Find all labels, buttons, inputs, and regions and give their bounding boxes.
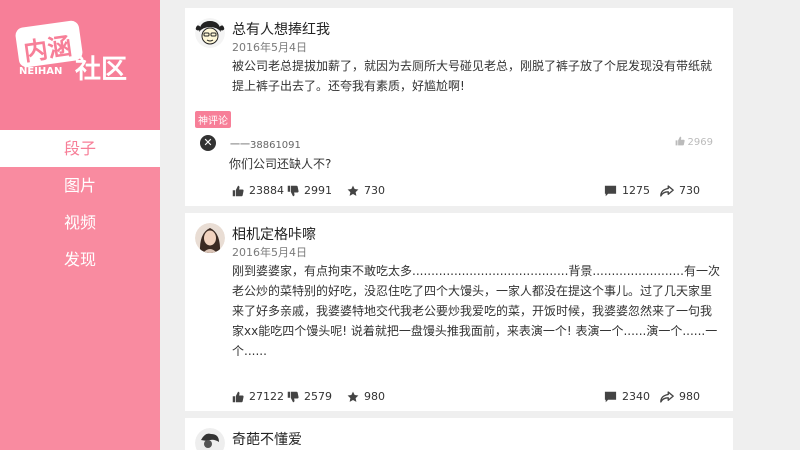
comment-button[interactable]: 2340 (604, 390, 650, 403)
thumbs-up-icon (232, 185, 244, 196)
post-card[interactable]: 奇葩不懂爱 (185, 418, 733, 450)
user-photo-icon (195, 223, 225, 253)
nav-item-images[interactable]: 图片 (0, 167, 160, 204)
logo-graphic: 内涵 NEIHAN 社区 (15, 20, 127, 85)
like-button[interactable]: 23884 (232, 184, 284, 197)
logo-text-sub: NEIHAN (19, 66, 62, 77)
favorite-button[interactable]: 980 (347, 390, 385, 403)
main-nav: 段子 图片 视频 发现 (0, 130, 160, 278)
nav-item-discover[interactable]: 发现 (0, 241, 160, 278)
thumbs-down-icon (287, 391, 299, 402)
nav-item-jokes[interactable]: 段子 (0, 130, 160, 167)
like-count: 27122 (249, 390, 284, 403)
app-logo: 内涵 NEIHAN 社区 (0, 0, 160, 130)
post-username[interactable]: 相机定格咔嚓 (232, 224, 316, 244)
logo-text-community: 社区 (75, 54, 127, 85)
share-button[interactable]: 730 (660, 184, 700, 197)
sidebar: 内涵 NEIHAN 社区 段子 图片 视频 发现 (0, 0, 160, 450)
dislike-count: 2991 (304, 184, 332, 197)
hot-comment-badge: 神评论 (195, 111, 231, 128)
dislike-button[interactable]: 2991 (287, 184, 332, 197)
comment-like-count[interactable]: 2969 (675, 136, 713, 148)
post-username[interactable]: 总有人想捧红我 (232, 19, 330, 39)
favorite-count: 730 (364, 184, 385, 197)
avatar[interactable] (195, 223, 225, 253)
comment-like-number: 2969 (687, 137, 713, 148)
avatar[interactable] (195, 428, 225, 450)
share-icon (660, 390, 674, 403)
nav-item-videos[interactable]: 视频 (0, 204, 160, 241)
thumbs-down-icon (287, 185, 299, 196)
comment-icon (604, 391, 617, 402)
comment-username[interactable]: 一一38861091 (230, 136, 301, 151)
comment-count: 2340 (622, 390, 650, 403)
post-username[interactable]: 奇葩不懂爱 (232, 429, 302, 449)
dislike-button[interactable]: 2579 (287, 390, 332, 403)
post-feed[interactable]: 总有人想捧红我 2016年5月4日 被公司老总提拔加薪了，就因为去厕所大号碰见老… (160, 0, 800, 450)
post-content[interactable]: 被公司老总提拔加薪了，就因为去厕所大号碰见老总，刚脱了裤子放了个屁发现没有带纸就… (232, 56, 722, 96)
thumbs-up-icon (232, 391, 244, 402)
post-content[interactable]: 刚到婆婆家，有点拘束不敢吃太多.........................… (232, 261, 722, 361)
comment-icon (604, 185, 617, 196)
comment-text: 你们公司还缺人不? (229, 157, 332, 171)
share-count: 980 (679, 390, 700, 403)
star-icon (347, 391, 359, 402)
share-icon (660, 184, 674, 197)
post-date: 2016年5月4日 (232, 246, 307, 259)
hot-comment[interactable]: ✕ 一一38861091 2969 你们公司还缺人不? (195, 131, 723, 179)
star-icon (347, 185, 359, 196)
post-stats: 23884 2991 730 1275 730 (232, 184, 722, 202)
post-date: 2016年5月4日 (232, 41, 307, 54)
comment-button[interactable]: 1275 (604, 184, 650, 197)
like-count: 23884 (249, 184, 284, 197)
post-card[interactable]: 总有人想捧红我 2016年5月4日 被公司老总提拔加薪了，就因为去厕所大号碰见老… (185, 8, 733, 206)
share-button[interactable]: 980 (660, 390, 700, 403)
user-photo-icon (195, 428, 225, 450)
cartoon-avatar-icon (195, 18, 225, 48)
dislike-count: 2579 (304, 390, 332, 403)
post-card[interactable]: 相机定格咔嚓 2016年5月4日 刚到婆婆家，有点拘束不敢吃太多........… (185, 213, 733, 411)
favorite-count: 980 (364, 390, 385, 403)
comment-count: 1275 (622, 184, 650, 197)
favorite-button[interactable]: 730 (347, 184, 385, 197)
post-stats: 27122 2579 980 2340 980 (232, 390, 722, 408)
like-button[interactable]: 27122 (232, 390, 284, 403)
share-count: 730 (679, 184, 700, 197)
avatar[interactable] (195, 18, 225, 48)
close-icon[interactable]: ✕ (200, 135, 216, 151)
thumbs-up-icon (675, 136, 685, 146)
